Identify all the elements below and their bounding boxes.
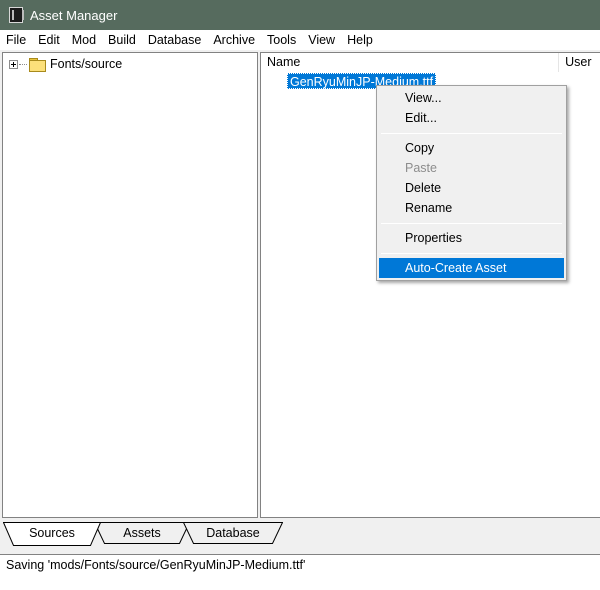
output-log[interactable]: Saving 'mods/Fonts/source/GenRyuMinJP-Me…	[0, 554, 600, 590]
tab-database[interactable]: Database	[183, 522, 283, 544]
context-menu-delete[interactable]: Delete	[379, 178, 564, 198]
source-tree-pane[interactable]: Fonts/source	[2, 52, 258, 518]
context-menu-copy[interactable]: Copy	[379, 138, 564, 158]
tree-node-label: Fonts/source	[50, 57, 123, 71]
tab-label: Sources	[29, 526, 75, 540]
menu-help[interactable]: Help	[341, 30, 379, 50]
tree-node-fonts-source[interactable]: Fonts/source	[9, 56, 122, 72]
menu-build[interactable]: Build	[102, 30, 142, 50]
tab-strip: Assets Database Sources	[0, 518, 600, 548]
folder-icon	[29, 58, 46, 72]
menu-mod[interactable]: Mod	[66, 30, 102, 50]
column-headers: Name User	[261, 53, 600, 72]
context-menu-paste: Paste	[405, 161, 437, 175]
column-header-user[interactable]: User	[559, 53, 600, 72]
tree-connector	[19, 63, 27, 65]
window-title: Asset Manager	[30, 7, 118, 23]
tab-assets[interactable]: Assets	[94, 522, 190, 544]
menu-edit[interactable]: Edit	[32, 30, 66, 50]
menu-archive[interactable]: Archive	[207, 30, 261, 50]
context-menu-separator	[381, 253, 562, 254]
context-menu-view[interactable]: View...	[379, 88, 564, 108]
tab-label: Assets	[123, 526, 161, 540]
menu-view[interactable]: View	[302, 30, 341, 50]
menu-database[interactable]: Database	[142, 30, 208, 50]
context-menu-separator	[381, 133, 562, 134]
menu-file[interactable]: File	[0, 30, 32, 50]
archive-icon	[9, 7, 24, 23]
menu-tools[interactable]: Tools	[261, 30, 302, 50]
context-menu-separator	[381, 223, 562, 224]
tab-label: Database	[206, 526, 260, 540]
context-menu: View... Edit... Copy Paste Delete Rename…	[376, 85, 567, 281]
context-menu-edit[interactable]: Edit...	[379, 108, 564, 128]
context-menu-rename[interactable]: Rename	[379, 198, 564, 218]
context-menu-properties[interactable]: Properties	[379, 228, 564, 248]
title-bar[interactable]: Asset Manager	[0, 0, 600, 30]
menu-bar: File Edit Mod Build Database Archive Too…	[0, 30, 600, 50]
column-header-name[interactable]: Name	[261, 53, 560, 72]
expand-icon[interactable]	[9, 59, 18, 69]
status-message: Saving 'mods/Fonts/source/GenRyuMinJP-Me…	[6, 558, 306, 572]
context-menu-auto-create-asset[interactable]: Auto-Create Asset	[379, 258, 564, 278]
tab-sources[interactable]: Sources	[3, 522, 101, 546]
